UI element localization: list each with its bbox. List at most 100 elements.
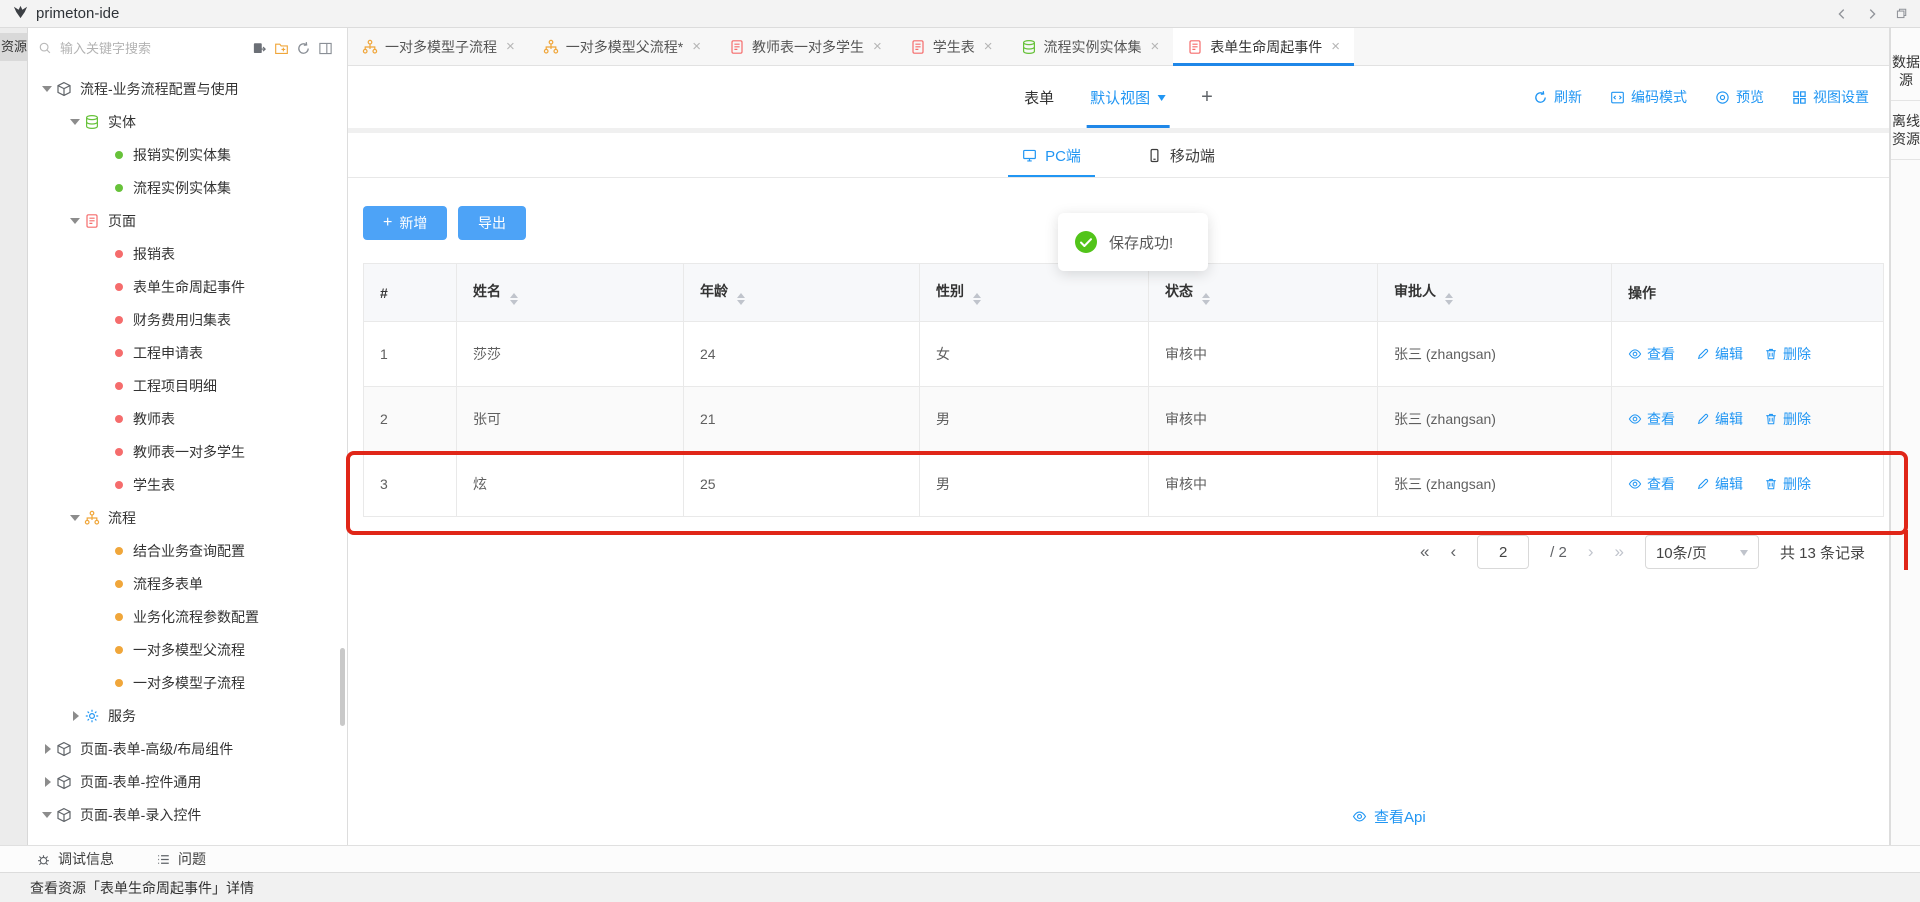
restore-window-icon[interactable] (1895, 7, 1908, 20)
row-action-edit[interactable]: 编辑 (1696, 474, 1743, 494)
tree-item[interactable]: 实体 (28, 105, 347, 138)
sort-icon[interactable] (1445, 293, 1453, 305)
row-action-delete[interactable]: 删除 (1764, 409, 1811, 429)
view-selector[interactable]: 默认视图 (1090, 66, 1165, 128)
eye-icon (1352, 809, 1367, 824)
action-grid-button[interactable]: 视图设置 (1792, 87, 1869, 107)
last-page-button[interactable]: » (1615, 542, 1624, 562)
close-tab-icon[interactable]: × (506, 39, 515, 54)
row-action-edit[interactable]: 编辑 (1696, 409, 1743, 429)
row-action-eye[interactable]: 查看 (1628, 344, 1675, 364)
editor-tab[interactable]: 学生表 × (896, 28, 1007, 65)
cell-approver: 张三 (zhangsan) (1378, 322, 1612, 387)
close-tab-icon[interactable]: × (1331, 39, 1340, 54)
caret-down-icon[interactable] (66, 212, 84, 229)
cell-status: 审核中 (1149, 452, 1378, 517)
action-refresh-button[interactable]: 刷新 (1533, 87, 1582, 107)
debug-bar-debug[interactable]: 调试信息 (36, 849, 114, 869)
tree-item[interactable]: 工程项目明细 (28, 369, 347, 402)
right-panel-tab[interactable]: 数据源 (1891, 42, 1920, 101)
tree-item[interactable]: 结合业务查询配置 (28, 534, 347, 567)
tree-item[interactable]: 财务费用归集表 (28, 303, 347, 336)
close-tab-icon[interactable]: × (1151, 39, 1160, 54)
chevron-right-icon[interactable] (1865, 7, 1879, 21)
caret-down-icon[interactable] (66, 113, 84, 130)
caret-down-icon[interactable] (38, 806, 56, 823)
tree-item[interactable]: 流程-业务流程配置与使用 (28, 72, 347, 105)
tree-item[interactable]: 教师表一对多学生 (28, 435, 347, 468)
dot-red-icon (115, 283, 123, 291)
tree-item[interactable]: 一对多模型父流程 (28, 633, 347, 666)
editor-tab[interactable]: 表单生命周起事件 × (1173, 28, 1354, 65)
next-page-button[interactable]: › (1588, 542, 1594, 562)
page-size-select[interactable]: 10条/页 (1645, 535, 1759, 569)
action-code-button[interactable]: 编码模式 (1610, 87, 1687, 107)
tree-item[interactable]: 一对多模型子流程 (28, 666, 347, 699)
collapse-panel-icon[interactable] (318, 41, 333, 56)
close-tab-icon[interactable]: × (984, 39, 993, 54)
row-action-delete[interactable]: 删除 (1764, 474, 1811, 494)
device-tab-phone[interactable]: 移动端 (1147, 133, 1215, 177)
delete-icon (1764, 477, 1778, 491)
page-number-input[interactable]: 2 (1477, 535, 1529, 569)
tree-item[interactable]: 表单生命周起事件 (28, 270, 347, 303)
chevron-left-icon[interactable] (1835, 7, 1849, 21)
close-tab-icon[interactable]: × (873, 39, 882, 54)
sort-icon[interactable] (510, 293, 518, 305)
prev-page-button[interactable]: ‹ (1450, 542, 1456, 562)
tree-item[interactable]: 教师表 (28, 402, 347, 435)
sort-icon[interactable] (1202, 293, 1210, 305)
tree-item[interactable]: 报销实例实体集 (28, 138, 347, 171)
tree-item[interactable]: 业务化流程参数配置 (28, 600, 347, 633)
export-button[interactable]: 导出 (458, 206, 526, 240)
add-view-button[interactable]: + (1201, 86, 1213, 109)
sort-icon[interactable] (737, 293, 745, 305)
new-folder-icon[interactable] (274, 41, 289, 56)
search-input[interactable] (58, 40, 252, 57)
row-action-delete[interactable]: 删除 (1764, 344, 1811, 364)
tree-item[interactable]: 页面-表单-高级/布局组件 (28, 732, 347, 765)
tree-item[interactable]: 流程多表单 (28, 567, 347, 600)
tree-item[interactable]: 学生表 (28, 468, 347, 501)
editor-tab[interactable]: 一对多模型子流程 × (348, 28, 529, 65)
caret-down-icon[interactable] (38, 80, 56, 97)
add-button[interactable]: + 新增 (363, 206, 447, 240)
tree-item[interactable]: 工程申请表 (28, 336, 347, 369)
cell-actions: 查看 编辑 删除 (1612, 452, 1884, 517)
editor-tab[interactable]: 流程实例实体集 × (1007, 28, 1174, 65)
right-panel-tab[interactable]: 离线资源 (1891, 101, 1920, 160)
tree-item[interactable]: 报销表 (28, 237, 347, 270)
tree-item[interactable]: 页面 (28, 204, 347, 237)
row-action-eye[interactable]: 查看 (1628, 409, 1675, 429)
first-page-button[interactable]: « (1420, 542, 1429, 562)
action-preview-button[interactable]: 预览 (1715, 87, 1764, 107)
close-tab-icon[interactable]: × (692, 39, 701, 54)
table-row[interactable]: 3炫25男审核中张三 (zhangsan)查看编辑删除 (364, 452, 1884, 517)
caret-right-icon[interactable] (38, 777, 56, 787)
view-api-link[interactable]: 查看Api (1352, 806, 1426, 827)
debug-bar-issues[interactable]: 问题 (156, 849, 206, 869)
caret-right-icon[interactable] (38, 744, 56, 754)
row-action-eye[interactable]: 查看 (1628, 474, 1675, 494)
tree-scrollbar[interactable] (340, 648, 345, 726)
caret-right-icon[interactable] (66, 711, 84, 721)
form-tab[interactable]: 表单 (1024, 87, 1054, 108)
table-row[interactable]: 2张可21男审核中张三 (zhangsan)查看编辑删除 (364, 387, 1884, 452)
caret-down-icon[interactable] (66, 509, 84, 526)
editor-tab[interactable]: 一对多模型父流程* × (529, 28, 715, 65)
device-tab-monitor[interactable]: PC端 (1022, 133, 1081, 177)
tree-item[interactable]: 服务 (28, 699, 347, 732)
tree-item[interactable]: 流程 (28, 501, 347, 534)
editor-tab[interactable]: 教师表一对多学生 × (715, 28, 896, 65)
table-row[interactable]: 1莎莎24女审核中张三 (zhangsan)查看编辑删除 (364, 322, 1884, 387)
row-action-edit[interactable]: 编辑 (1696, 344, 1743, 364)
activity-tab-resources[interactable]: 资源 (0, 33, 28, 61)
dot-orange-icon (115, 646, 123, 654)
tree-item[interactable]: 页面-表单-录入控件 (28, 798, 347, 831)
locate-resource-icon[interactable] (252, 41, 267, 56)
tree-item[interactable]: 页面-表单-控件通用 (28, 765, 347, 798)
refresh-tree-icon[interactable] (296, 41, 311, 56)
dot-green-icon (115, 184, 123, 192)
tree-item[interactable]: 流程实例实体集 (28, 171, 347, 204)
sort-icon[interactable] (973, 293, 981, 305)
